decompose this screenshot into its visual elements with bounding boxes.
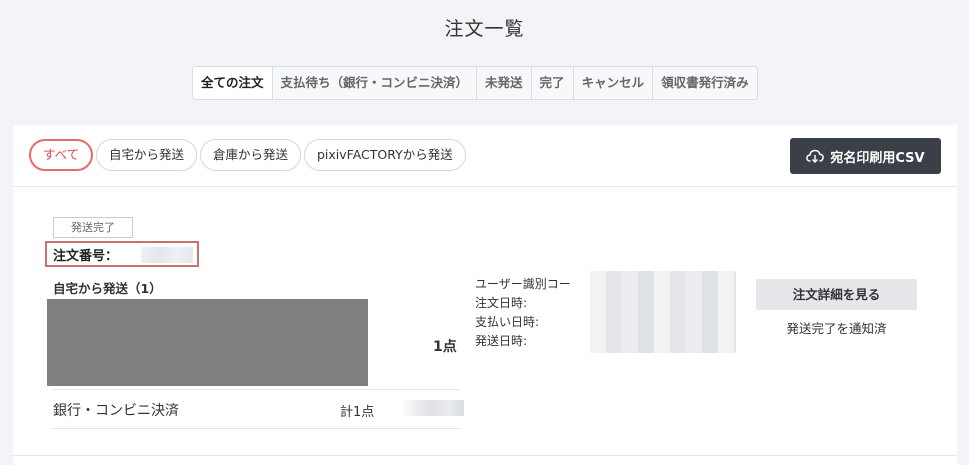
item-quantity: 1点: [433, 339, 457, 355]
order-meta: ユーザー識別コー 注文日時: 支払い日時: 発送日時:: [475, 275, 571, 351]
user-id-label: ユーザー識別コー: [475, 277, 571, 291]
product-image[interactable]: [47, 299, 368, 386]
shipping-method-label: 自宅から発送（1）: [53, 281, 162, 296]
tab-all-orders[interactable]: 全ての注文: [193, 67, 272, 99]
page-title: 注文一覧: [444, 18, 525, 40]
csv-button-label: 宛名印刷用CSV: [830, 150, 925, 166]
address-csv-button[interactable]: 宛名印刷用CSV: [790, 138, 941, 174]
payment-method: 銀行・コンビニ決済: [53, 403, 179, 419]
meta-values-redacted: [590, 271, 736, 353]
tab-completed[interactable]: 完了: [530, 67, 573, 99]
order-number-redacted: [141, 247, 193, 263]
total-count: 計1点: [340, 405, 375, 420]
tab-cancelled[interactable]: キャンセル: [572, 67, 653, 99]
divider: [13, 455, 957, 456]
tab-unshipped[interactable]: 未発送: [476, 67, 531, 99]
shipping-notified-text: 発送完了を通知済: [786, 321, 887, 336]
filter-chip-pixivfactory-shipping[interactable]: pixivFACTORYから発送: [304, 139, 466, 171]
filter-chip-home-shipping[interactable]: 自宅から発送: [96, 139, 198, 171]
order-number-label: 注文番号：: [53, 249, 119, 264]
filter-row: すべて 自宅から発送 倉庫から発送 pixivFACTORYから発送 宛名印刷用…: [13, 125, 957, 187]
payment-date-label: 支払い日時:: [475, 315, 540, 329]
cloud-download-icon: [806, 149, 825, 163]
status-badge: 発送完了: [53, 217, 133, 238]
order-status-tabs: 全ての注文 支払待ち（銀行・コンビニ決済） 未発送 完了 キャンセル 領収書発行…: [192, 66, 758, 100]
order-detail-button[interactable]: 注文詳細を見る: [756, 279, 917, 310]
filter-chip-all[interactable]: すべて: [29, 139, 94, 171]
order-date-label: 注文日時:: [475, 296, 528, 310]
tab-receipt-issued[interactable]: 領収書発行済み: [652, 67, 757, 99]
shipping-date-label: 発送日時:: [475, 334, 528, 348]
total-amount-redacted: [400, 400, 464, 416]
order-number: 注文番号：: [45, 241, 199, 267]
tab-awaiting-payment[interactable]: 支払待ち（銀行・コンビニ決済）: [271, 67, 477, 99]
filter-chip-warehouse-shipping[interactable]: 倉庫から発送: [200, 139, 302, 171]
order-list-panel: すべて 自宅から発送 倉庫から発送 pixivFACTORYから発送 宛名印刷用…: [13, 125, 957, 465]
divider: [53, 389, 459, 390]
divider: [53, 428, 459, 429]
